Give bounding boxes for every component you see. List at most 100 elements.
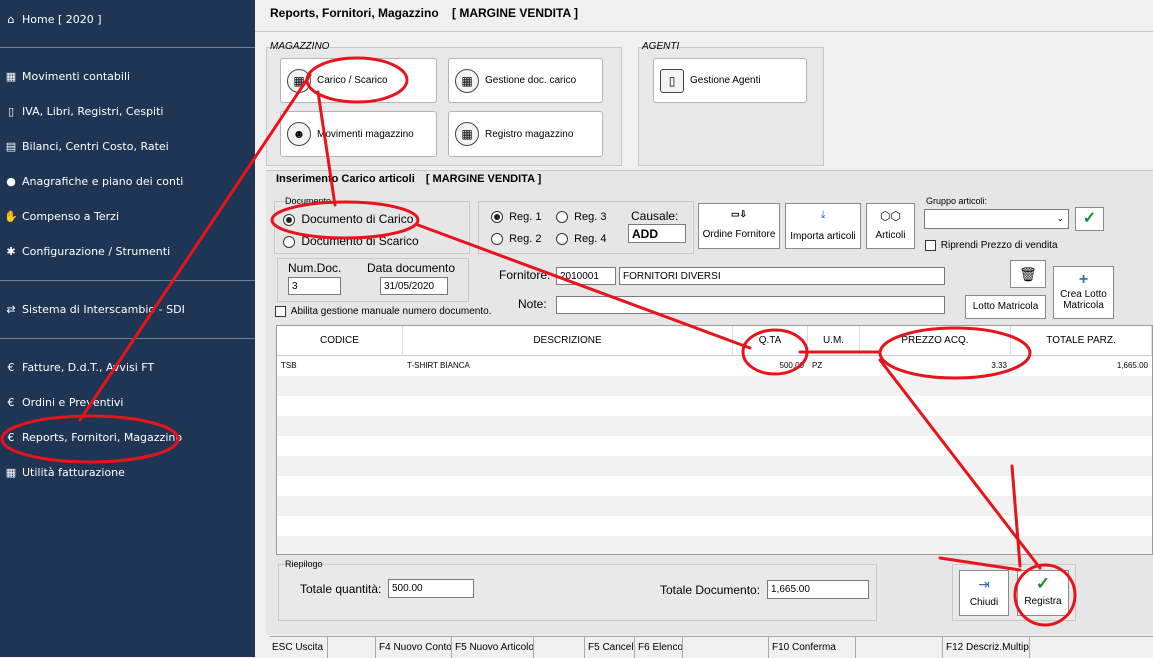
column-header-qta[interactable]: Q.TA [733, 326, 808, 356]
sidebar-item-label: Reports, Fornitori, Magazzino [22, 430, 183, 444]
status-f6[interactable]: F6 Elenco [635, 637, 683, 658]
sidebar-item-sdi[interactable]: ⇄ Sistema di Interscambio - SDI [0, 298, 255, 320]
sidebar-item-reports[interactable]: € Reports, Fornitori, Magazzino [0, 426, 255, 448]
radio-icon [556, 233, 568, 246]
sidebar-item-label: Movimenti contabili [22, 69, 131, 83]
causale-field[interactable]: ADD [628, 224, 686, 243]
button-label-line2: Matricola [1063, 300, 1104, 311]
chiudi-button[interactable]: ⇥ Chiudi [959, 570, 1009, 616]
empty-row[interactable] [277, 416, 1152, 436]
radio-reg4[interactable]: Reg. 4 [556, 233, 606, 246]
sidebar-item-bilanci[interactable]: ▤ Bilanci, Centri Costo, Ratei [0, 135, 255, 157]
button-label: Ordine Fornitore [702, 229, 776, 240]
euro-icon: € [7, 430, 15, 444]
sidebar-item-home[interactable]: ⌂ Home [ 2020 ] [0, 8, 255, 30]
page-title-text: Reports, Fornitori, Magazzino [270, 6, 439, 20]
check-icon: ✓ [1082, 210, 1097, 227]
sidebar-item-ordini[interactable]: € Ordini e Preventivi [0, 391, 255, 413]
radio-documento-scarico[interactable]: Documento di Scarico [283, 234, 419, 248]
table-row[interactable]: TSB T-SHIRT BIANCA 500.00 PZ 3.33 1,665.… [277, 356, 1152, 376]
empty-row[interactable] [277, 496, 1152, 516]
form-badge: [ MARGINE VENDITA ] [425, 173, 542, 185]
registra-button[interactable]: ✓ Registra [1017, 570, 1069, 616]
magazzino-label: MAGAZZINO [270, 41, 330, 52]
column-header-um[interactable]: U.M. [808, 326, 860, 356]
euro-icon: € [7, 360, 15, 374]
note-label: Note: [518, 297, 547, 311]
movimenti-magazzino-button[interactable]: ☻ Movimenti magazzino [280, 111, 437, 157]
people-icon: ● [6, 174, 16, 188]
grid-icon: ▦ [5, 465, 17, 479]
button-label: Carico / Scarico [317, 75, 388, 86]
status-f5-cancella[interactable]: F5 Cancella [585, 637, 635, 658]
status-f10[interactable]: F10 Conferma [769, 637, 856, 658]
cell-codice: TSB [281, 361, 297, 370]
trash-icon: 🗑 [1019, 266, 1037, 282]
exit-door-icon: ⇥ [978, 576, 990, 592]
plus-icon: + [1078, 271, 1089, 288]
radio-documento-carico[interactable]: Documento di Carico [283, 212, 413, 226]
boxes-icon: ⬡⬡ [880, 209, 901, 223]
empty-row[interactable] [277, 376, 1152, 396]
sidebar-item-label: Compenso a Terzi [22, 209, 120, 223]
note-field[interactable] [556, 296, 945, 314]
ordine-fornitore-button[interactable]: ▭⇩ Ordine Fornitore [698, 203, 780, 249]
confirm-gruppo-button[interactable]: ✓ [1075, 207, 1104, 231]
button-label-line1: Crea Lotto [1060, 289, 1107, 300]
column-header-totale[interactable]: TOTALE PARZ. [1011, 326, 1152, 356]
fornitore-name-field[interactable]: FORNITORI DIVERSI [619, 267, 945, 285]
empty-row[interactable] [277, 456, 1152, 476]
button-label: Registro magazzino [485, 128, 574, 140]
sidebar-divider [0, 338, 255, 339]
riprendi-prezzo-checkbox[interactable]: Riprendi Prezzo di vendita [925, 240, 1058, 251]
button-label: Registra [1024, 596, 1062, 607]
radio-reg3[interactable]: Reg. 3 [556, 211, 606, 224]
sidebar-item-fatture[interactable]: € Fatture, D.d.T., Avvisi FT [0, 356, 255, 378]
sidebar-item-utilita[interactable]: ▦ Utilità fatturazione [0, 461, 255, 483]
empty-row[interactable] [277, 536, 1152, 554]
articoli-button[interactable]: ⬡⬡ Articoli [866, 203, 915, 249]
empty-row[interactable] [277, 436, 1152, 456]
empty-row[interactable] [277, 476, 1152, 496]
crea-lotto-matricola-button[interactable]: + Crea Lotto Matricola [1053, 266, 1114, 319]
empty-row[interactable] [277, 516, 1152, 536]
people-icon: ☻ [287, 122, 311, 146]
fornitore-code-field[interactable]: 2010001 [556, 267, 616, 285]
articoli-grid[interactable]: CODICE DESCRIZIONE Q.TA U.M. PREZZO ACQ.… [276, 325, 1153, 555]
status-f5-articolo[interactable]: F5 Nuovo Articolo [452, 637, 534, 658]
registro-magazzino-button[interactable]: ▦ Registro magazzino [448, 111, 603, 157]
gruppo-articoli-select[interactable]: ⌄ [924, 209, 1069, 229]
home-icon: ⌂ [7, 12, 15, 26]
numdoc-field[interactable]: 3 [288, 277, 341, 295]
radio-reg1[interactable]: Reg. 1 [491, 211, 541, 224]
documento-label: Documento [285, 196, 332, 206]
checkbox-label: Abilita gestione manuale numero document… [290, 306, 492, 318]
status-esc[interactable]: ESC Uscita [269, 637, 328, 658]
datadoc-field[interactable]: 31/05/2020 [380, 277, 448, 295]
abilita-manuale-checkbox[interactable]: Abilita gestione manuale numero document… [275, 306, 491, 317]
sidebar-item-movimenti[interactable]: ▦ Movimenti contabili [0, 65, 255, 87]
gestione-agenti-button[interactable]: ▯ Gestione Agenti [653, 58, 807, 103]
status-f12[interactable]: F12 Descriz.Multiple [943, 637, 1030, 658]
sidebar-item-label: Bilanci, Centri Costo, Ratei [22, 139, 169, 153]
sidebar-item-anagrafiche[interactable]: ● Anagrafiche e piano dei conti [0, 170, 255, 192]
phone-icon: ▯ [660, 68, 684, 93]
import-icon: ⤓ [820, 209, 826, 221]
sidebar: ⌂ Home [ 2020 ] ▦ Movimenti contabili ▯ … [0, 0, 255, 657]
balance-icon: ▤ [5, 139, 17, 153]
radio-icon [283, 213, 295, 226]
lotto-matricola-button[interactable]: Lotto Matricola [965, 295, 1046, 319]
gestione-doc-carico-button[interactable]: ▦ Gestione doc. carico [448, 58, 603, 103]
sidebar-item-configurazione[interactable]: ✱ Configurazione / Strumenti [0, 240, 255, 262]
status-f4[interactable]: F4 Nuovo Conto [376, 637, 452, 658]
recycle-button[interactable]: 🗑 [1010, 260, 1046, 288]
empty-row[interactable] [277, 396, 1152, 416]
sidebar-item-compenso[interactable]: ✋ Compenso a Terzi [0, 205, 255, 227]
column-header-descrizione[interactable]: DESCRIZIONE [403, 326, 733, 356]
radio-reg2[interactable]: Reg. 2 [491, 233, 541, 246]
carico-scarico-button[interactable]: ▦ Carico / Scarico [280, 58, 437, 103]
sidebar-item-iva[interactable]: ▯ IVA, Libri, Registri, Cespiti [0, 100, 255, 122]
column-header-prezzo[interactable]: PREZZO ACQ. [860, 326, 1011, 356]
column-header-codice[interactable]: CODICE [277, 326, 403, 356]
importa-articoli-button[interactable]: ⤓ Importa articoli [785, 203, 861, 249]
